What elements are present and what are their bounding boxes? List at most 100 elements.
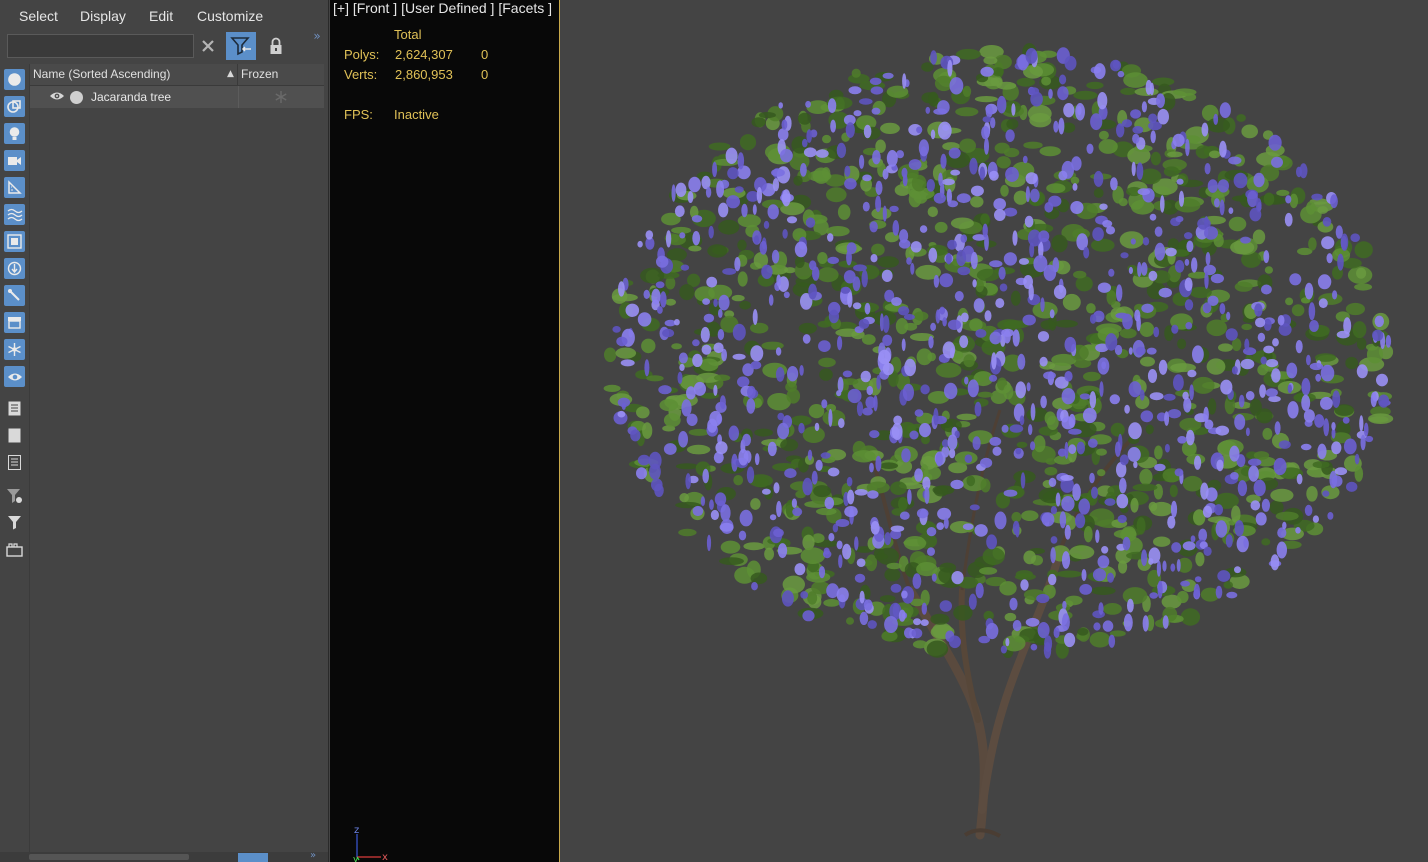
viewport-label[interactable]: [+] [Front ] [User Defined ] [Facets ]	[333, 0, 552, 16]
flower-cluster	[1263, 250, 1270, 264]
xrefs-icon[interactable]	[4, 258, 25, 279]
display-all-icon[interactable]	[4, 398, 25, 419]
helpers-icon[interactable]	[4, 177, 25, 198]
filter-icon[interactable]	[4, 512, 25, 533]
flower-cluster	[870, 86, 884, 95]
front-viewport[interactable]: Total Polys: 2,624,307 0 Verts: 2,860,95…	[330, 0, 1428, 862]
flower-cluster	[1092, 227, 1104, 242]
column-divider	[238, 86, 239, 108]
flower-cluster	[678, 352, 688, 364]
flower-cluster	[1186, 429, 1195, 446]
flower-cluster	[1187, 369, 1197, 378]
flower-cluster	[870, 254, 878, 263]
explorer-mode-button[interactable]	[238, 853, 268, 862]
flower-cluster	[1146, 347, 1157, 355]
leaf-cluster	[785, 382, 797, 392]
flower-cluster	[1167, 409, 1182, 419]
flower-cluster	[1050, 506, 1057, 515]
containers-icon[interactable]	[4, 312, 25, 333]
flower-cluster	[1060, 474, 1074, 481]
menu-select[interactable]: Select	[19, 8, 58, 24]
leaf-cluster	[640, 267, 665, 284]
geometry-icon[interactable]	[4, 69, 25, 90]
space-warps-icon[interactable]	[4, 204, 25, 225]
freeze-toggle-icon[interactable]	[273, 89, 289, 105]
groups-icon[interactable]	[4, 231, 25, 252]
flower-cluster	[800, 591, 809, 599]
flower-cluster	[637, 312, 652, 327]
flower-cluster	[1040, 297, 1045, 313]
column-header-name[interactable]: Name (Sorted Ascending)	[30, 64, 238, 85]
layers-icon[interactable]	[4, 539, 25, 560]
leaf-cluster	[1016, 77, 1035, 87]
flower-cluster	[1048, 88, 1053, 99]
frozen-icon[interactable]	[4, 339, 25, 360]
flower-cluster	[1050, 547, 1056, 564]
flower-cluster	[924, 486, 930, 504]
close-icon[interactable]	[198, 36, 218, 56]
menu-customize[interactable]: Customize	[197, 8, 263, 24]
flower-cluster	[686, 413, 698, 426]
hidden-icon[interactable]	[4, 366, 25, 387]
flower-cluster	[1271, 368, 1281, 383]
flower-cluster	[1295, 340, 1303, 354]
display-none-icon[interactable]	[4, 425, 25, 446]
lights-icon[interactable]	[4, 123, 25, 144]
flower-cluster	[1001, 424, 1009, 433]
flower-cluster	[1254, 303, 1263, 317]
flower-cluster	[1295, 527, 1301, 534]
flower-cluster	[1061, 551, 1071, 569]
flower-cluster	[1234, 566, 1241, 574]
leaf-cluster	[980, 478, 991, 493]
flower-cluster	[943, 517, 949, 529]
invert-display-icon[interactable]	[4, 452, 25, 473]
search-input[interactable]	[7, 34, 194, 58]
leaf-cluster	[1312, 461, 1330, 469]
flower-cluster	[802, 334, 811, 344]
menu-display[interactable]: Display	[80, 8, 126, 24]
flower-cluster	[1170, 500, 1178, 518]
flower-cluster	[876, 375, 881, 390]
flower-cluster	[1076, 441, 1085, 455]
flower-cluster	[1337, 253, 1344, 271]
flower-cluster	[747, 385, 756, 399]
jacaranda-tree-render[interactable]	[580, 30, 1420, 850]
flower-cluster	[1270, 554, 1280, 571]
object-name[interactable]: Jacaranda tree	[91, 86, 171, 108]
flower-cluster	[1061, 496, 1075, 512]
flower-cluster	[1061, 613, 1070, 631]
flower-cluster	[882, 72, 894, 79]
bottom-expand-button[interactable]: »	[310, 850, 316, 861]
menu-edit[interactable]: Edit	[149, 8, 173, 24]
flower-cluster	[1255, 512, 1267, 526]
flower-cluster	[1284, 212, 1293, 227]
flower-cluster	[926, 527, 937, 537]
flower-cluster	[1050, 536, 1058, 544]
leaf-cluster	[1366, 345, 1384, 364]
shapes-icon[interactable]	[4, 96, 25, 117]
lock-icon[interactable]	[266, 36, 286, 56]
cameras-icon[interactable]	[4, 150, 25, 171]
flower-cluster	[1162, 615, 1169, 629]
horizontal-scrollbar[interactable]	[29, 854, 189, 860]
visibility-eye-icon[interactable]	[49, 90, 65, 102]
flower-cluster	[950, 169, 961, 176]
bones-icon[interactable]	[4, 285, 25, 306]
flower-cluster	[818, 566, 826, 579]
flower-cluster	[1059, 74, 1067, 85]
flower-cluster	[872, 150, 881, 165]
flower-cluster	[836, 142, 847, 158]
leaf-cluster	[1241, 323, 1253, 331]
leaf-cluster	[1206, 358, 1226, 375]
filter-toggle-button[interactable]	[226, 32, 256, 60]
flower-cluster	[1268, 395, 1281, 403]
flower-cluster	[1372, 329, 1384, 342]
expand-panel-button[interactable]: »	[310, 29, 324, 43]
filter-settings-icon[interactable]	[4, 485, 25, 506]
flower-cluster	[1029, 242, 1035, 258]
table-row[interactable]: Jacaranda tree	[30, 86, 324, 108]
flower-cluster	[1072, 183, 1078, 191]
column-header-frozen[interactable]: Frozen	[238, 64, 324, 85]
flower-cluster	[862, 174, 872, 182]
leaf-cluster	[933, 486, 949, 497]
